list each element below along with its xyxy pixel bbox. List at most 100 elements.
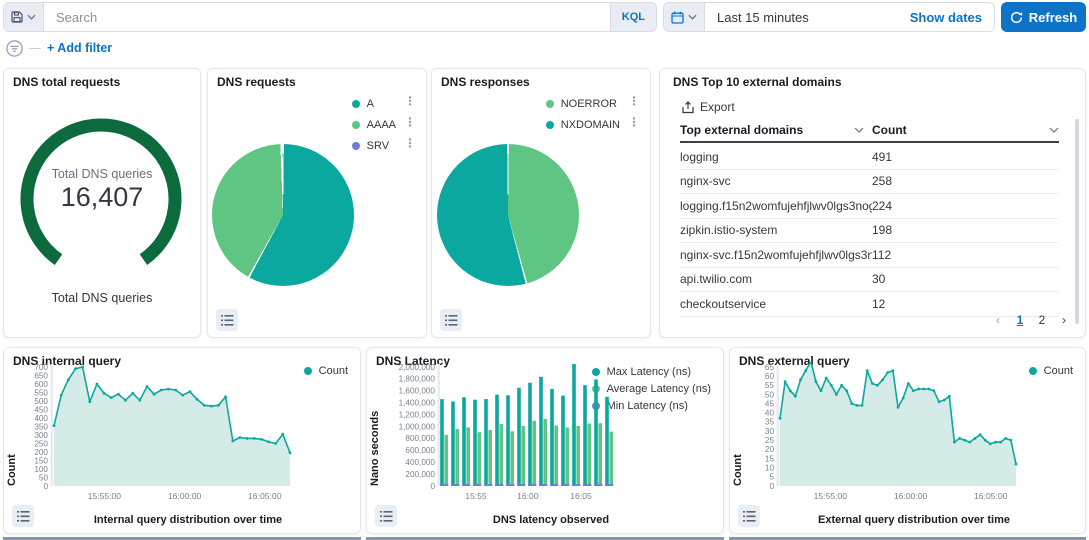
legend-label: AAAA: [367, 119, 396, 131]
y-axis-ticks: 05101520253035404550556065: [765, 363, 775, 491]
legend: A⋮AAAA⋮SRV⋮: [352, 93, 418, 156]
sort-chevron-icon: [854, 127, 864, 133]
legend-item-menu-icon[interactable]: ⋮: [628, 95, 640, 107]
count-cell: 12: [872, 297, 1059, 311]
panel-title: DNS total requests: [13, 75, 120, 89]
pagination-prev-button[interactable]: ‹: [989, 311, 1007, 329]
pagination-page-1[interactable]: 1: [1011, 311, 1029, 329]
export-button[interactable]: Export: [682, 100, 735, 114]
table-row[interactable]: nginx-svc.f15n2womfujehfjlwv0lgs3no...11…: [680, 243, 1059, 268]
svg-text:2,000,000: 2,000,000: [399, 363, 436, 372]
table-row[interactable]: logging491: [680, 145, 1059, 170]
legend-item-aaaa[interactable]: AAAA ⋮: [352, 114, 418, 135]
legend-item-srv[interactable]: SRV⋮: [352, 135, 418, 156]
legend-item-a[interactable]: A⋮: [352, 93, 418, 114]
latency-bar-chart[interactable]: 0200,000400,000600,000800,0001,000,0001,…: [383, 362, 719, 512]
export-icon: [682, 101, 694, 114]
legend-item-noerror[interactable]: NOERROR⋮: [546, 93, 642, 114]
y-axis-line: [51, 364, 54, 486]
svg-text:16:05:00: 16:05:00: [974, 491, 1008, 501]
column-header-domains[interactable]: Top external domains: [680, 123, 872, 137]
legend-label: A: [367, 98, 374, 110]
count-cell: 30: [872, 272, 1059, 286]
panel-dns-responses: DNS responses NOERROR⋮ NXDOMAIN ⋮: [431, 68, 651, 338]
svg-text:100: 100: [34, 465, 48, 474]
panel-dns-requests: DNS requests A⋮AAAA⋮SRV⋮: [207, 68, 427, 338]
domain-cell: logging.f15n2womfujehfjlwv0lgs3nog....: [680, 199, 872, 213]
domain-cell: nginx-svc.f15n2womfujehfjlwv0lgs3no...: [680, 248, 872, 262]
refresh-button[interactable]: Refresh: [1001, 2, 1086, 32]
legend-swatch: [352, 100, 360, 108]
svg-text:250: 250: [34, 439, 48, 448]
legend-toggle-button[interactable]: [216, 309, 238, 331]
svg-text:650: 650: [34, 371, 48, 380]
count-cell: 112: [872, 248, 1059, 262]
legend-item-nxdomain[interactable]: NXDOMAIN ⋮: [546, 114, 642, 135]
kql-selector[interactable]: KQL: [610, 3, 656, 31]
table-row[interactable]: zipkin.istio-system198: [680, 219, 1059, 244]
legend-item-menu-icon[interactable]: ⋮: [628, 116, 640, 128]
svg-text:16:00:00: 16:00:00: [894, 491, 928, 501]
chevron-down-icon: [27, 14, 36, 20]
svg-text:15:55:00: 15:55:00: [88, 491, 122, 501]
legend-item-menu-icon[interactable]: ⋮: [404, 95, 416, 107]
svg-text:1,600,000: 1,600,000: [399, 387, 436, 396]
svg-text:550: 550: [34, 388, 48, 397]
legend-toggle-button[interactable]: [440, 309, 462, 331]
count-cell: 224: [872, 199, 1059, 213]
svg-text:60: 60: [765, 372, 775, 381]
show-dates-button[interactable]: Show dates: [898, 3, 994, 31]
list-icon: [221, 315, 234, 326]
legend-item-menu-icon[interactable]: ⋮: [404, 116, 416, 128]
svg-text:350: 350: [34, 422, 48, 431]
external-query-area-chart[interactable]: 0510152025303540455055606515:55:0016:00:…: [746, 362, 1082, 512]
panel-dns-total-requests: DNS total requests Total DNS queries 16,…: [3, 68, 201, 338]
filter-icon[interactable]: [6, 40, 23, 57]
y-axis-line: [777, 364, 780, 486]
svg-text:0: 0: [430, 482, 435, 491]
list-icon: [17, 511, 30, 522]
dns-requests-pie-chart[interactable]: [212, 144, 354, 286]
panel-title: DNS responses: [441, 75, 530, 89]
pagination-next-button[interactable]: ›: [1055, 311, 1073, 329]
svg-text:1,200,000: 1,200,000: [399, 410, 436, 419]
svg-text:450: 450: [34, 405, 48, 414]
saved-queries-button[interactable]: [4, 3, 44, 31]
legend-swatch: [546, 121, 554, 129]
search-bar: KQL: [3, 2, 657, 32]
table-scrollbar[interactable]: [1075, 119, 1079, 324]
legend: NOERROR⋮ NXDOMAIN ⋮: [546, 93, 642, 135]
svg-text:16:05:00: 16:05:00: [248, 491, 282, 501]
legend-swatch: [546, 100, 554, 108]
legend-item-menu-icon[interactable]: ⋮: [404, 137, 416, 149]
legend-toggle-button[interactable]: [12, 505, 34, 527]
svg-text:0: 0: [43, 482, 48, 491]
svg-text:1,000,000: 1,000,000: [399, 422, 436, 431]
list-icon: [743, 511, 756, 522]
panel-dns-internal-query: DNS internal query Count Count 050100150…: [3, 347, 361, 534]
time-range-label[interactable]: Last 15 minutes: [705, 3, 821, 31]
svg-text:600: 600: [34, 380, 48, 389]
panel-top-external-domains: DNS Top 10 external domains Export Top e…: [659, 68, 1086, 338]
svg-text:200,000: 200,000: [405, 470, 435, 479]
search-input[interactable]: [44, 3, 610, 31]
count-cell: 258: [872, 174, 1059, 188]
table-row[interactable]: nginx-svc258: [680, 170, 1059, 195]
legend-toggle-button[interactable]: [738, 505, 760, 527]
svg-text:50: 50: [39, 473, 49, 482]
svg-text:16:05: 16:05: [570, 491, 592, 501]
internal-query-area-chart[interactable]: 0501001502002503003504004505005506006507…: [20, 362, 356, 512]
legend-toggle-button[interactable]: [375, 505, 397, 527]
pagination-page-2[interactable]: 2: [1033, 311, 1051, 329]
svg-text:0: 0: [769, 482, 774, 491]
legend-label: NXDOMAIN: [561, 119, 620, 131]
table-row[interactable]: logging.f15n2womfujehfjlwv0lgs3nog....22…: [680, 194, 1059, 219]
svg-text:35: 35: [765, 418, 775, 427]
add-filter-button[interactable]: + Add filter: [47, 41, 112, 55]
panel-title: DNS requests: [217, 75, 296, 89]
date-quick-menu-button[interactable]: [664, 3, 705, 31]
dns-responses-pie-chart[interactable]: [437, 144, 579, 286]
column-header-count[interactable]: Count: [872, 123, 1059, 137]
pagination: ‹12›: [989, 311, 1073, 329]
table-row[interactable]: api.twilio.com30: [680, 268, 1059, 293]
